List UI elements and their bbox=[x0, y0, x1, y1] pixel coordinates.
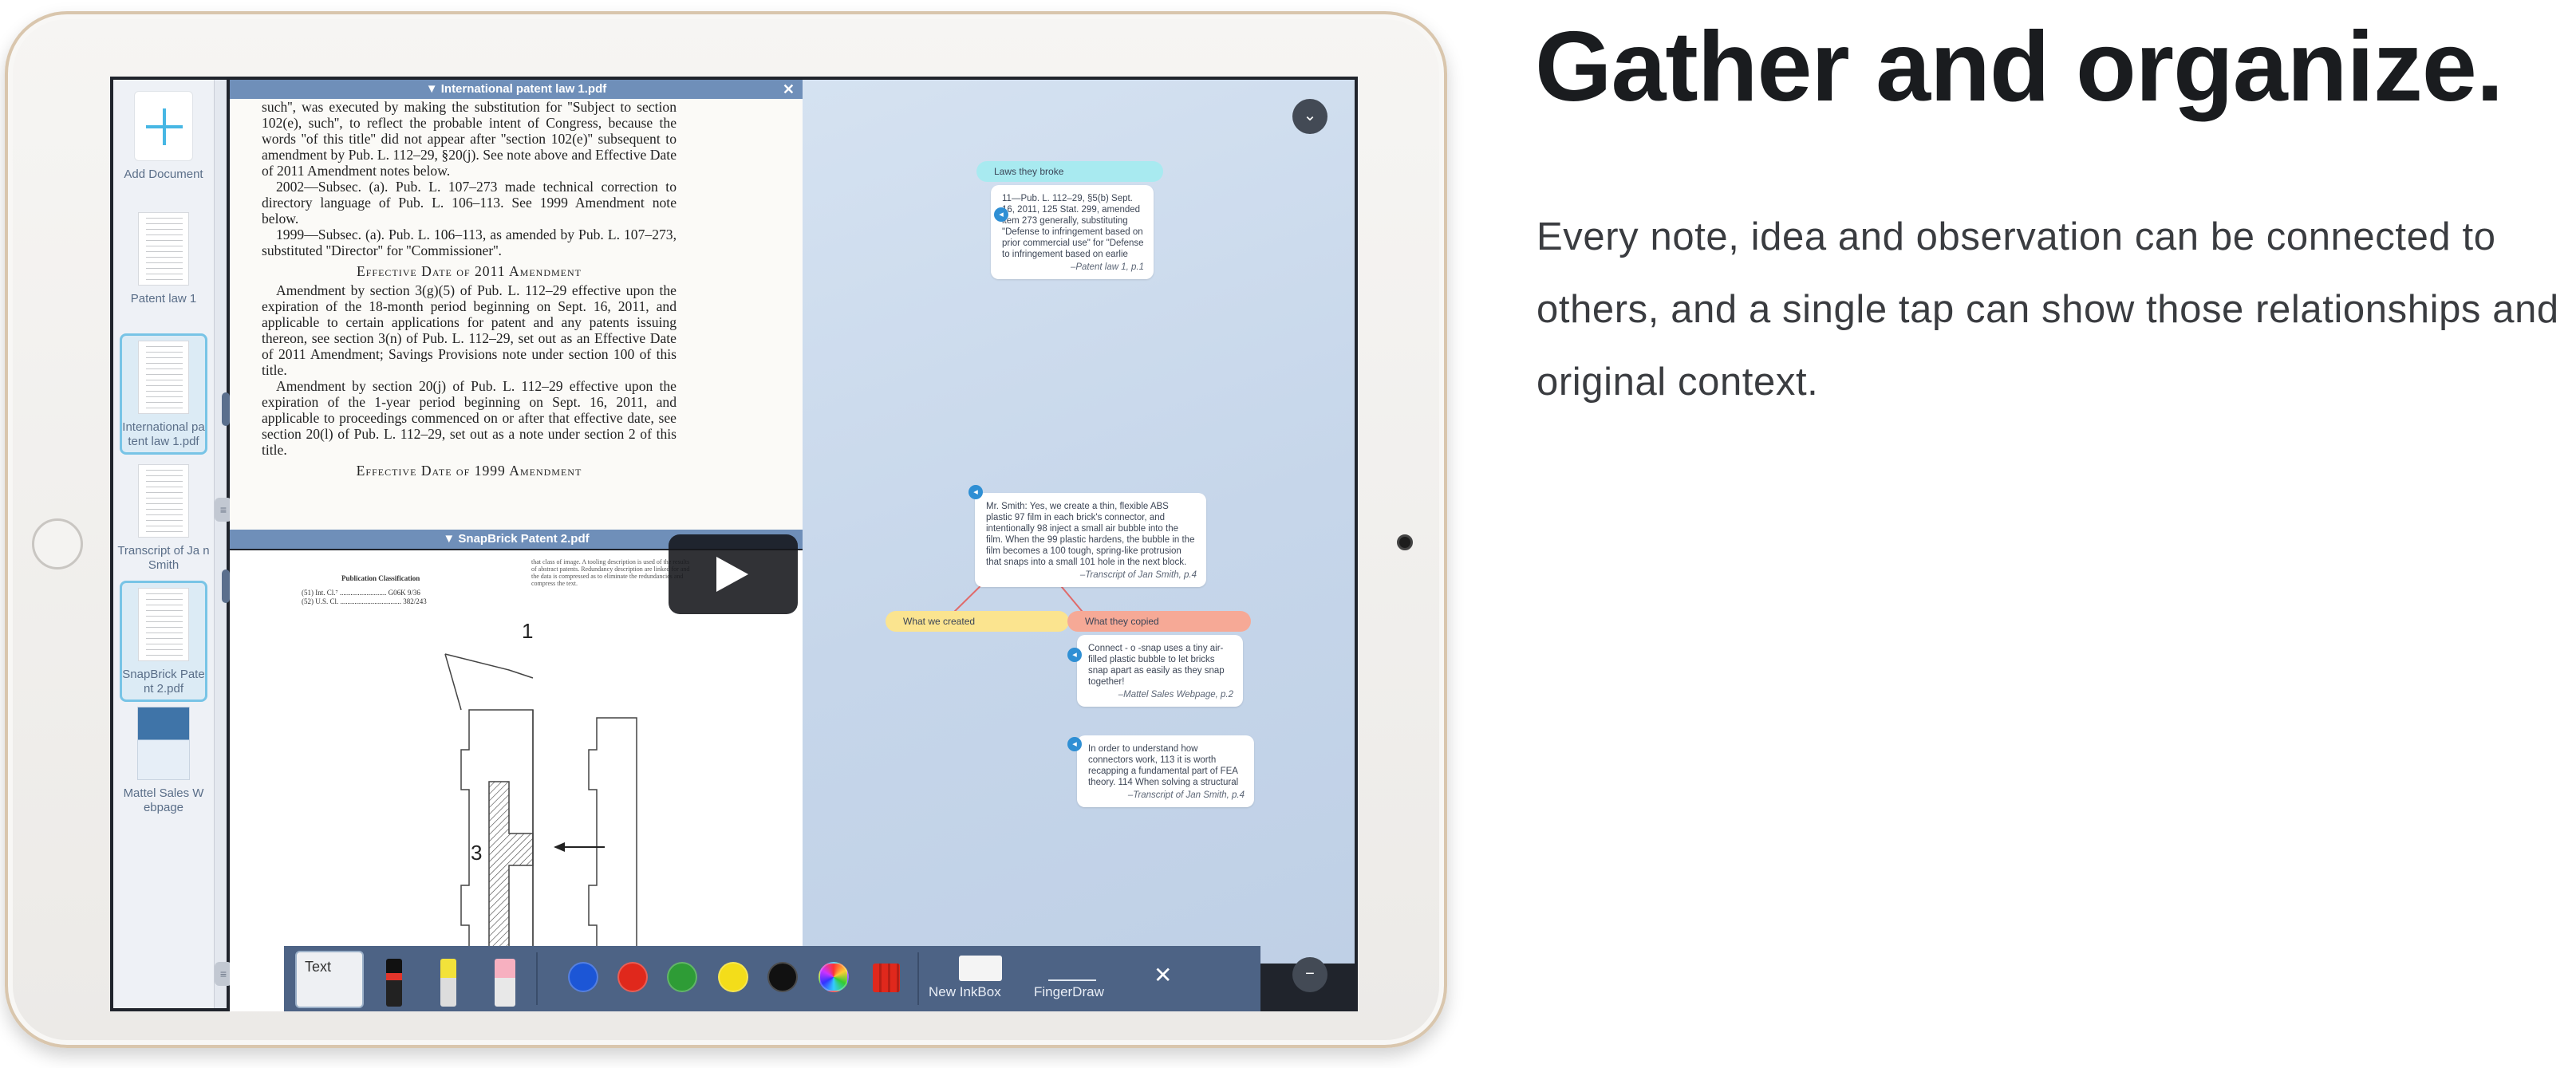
link-badge-icon[interactable]: ◂ bbox=[968, 485, 983, 499]
text-tool-label: Text bbox=[305, 959, 332, 975]
close-icon[interactable]: ✕ bbox=[783, 80, 795, 99]
doc1-paragraph: 2002—Subsec. (a). Pub. L. 107–273 made t… bbox=[262, 179, 677, 227]
line-width-icon[interactable] bbox=[873, 964, 900, 992]
note-text: In order to understand how connectors wo… bbox=[1088, 744, 1239, 787]
app-screen: Add Document Patent law 1 International … bbox=[110, 77, 1358, 1011]
zoom-out-button[interactable]: − bbox=[1292, 957, 1327, 992]
doc1-paragraph: Amendment by section 3(g)(5) of Pub. L. … bbox=[262, 282, 677, 378]
classification-row: (52) U.S. Cl. ..........................… bbox=[302, 597, 427, 605]
rail-item-patent-law-1[interactable]: Patent law 1 bbox=[113, 212, 214, 306]
link-badge-icon[interactable]: ◂ bbox=[994, 207, 1008, 222]
rail-item-mattel-sales[interactable]: Mattel Sales W ebpage bbox=[113, 707, 214, 815]
classification-row: (51) Int. Cl.⁷ .........................… bbox=[302, 589, 420, 597]
rail-item-snapbrick-patent[interactable]: SnapBrick Pate nt 2.pdf bbox=[113, 581, 214, 702]
zoom-out-icon: − bbox=[1305, 965, 1315, 983]
doc1-heading: Effective Date of 2011 Amendment bbox=[357, 263, 582, 279]
document-thumbnail bbox=[138, 464, 189, 538]
add-document-button[interactable] bbox=[134, 91, 193, 161]
play-icon bbox=[716, 557, 748, 592]
note-source: –Mattel Sales Webpage, p.2 bbox=[1118, 690, 1233, 700]
document-thumbnail bbox=[137, 707, 190, 780]
toolbar-close-button[interactable]: ✕ bbox=[1154, 962, 1172, 988]
doc1-scroll-indicator[interactable] bbox=[222, 392, 230, 426]
doc2-scroll-indicator[interactable] bbox=[222, 569, 230, 603]
doc1-page[interactable]: such'', was executed by making the subst… bbox=[230, 99, 803, 530]
color-red-swatch[interactable] bbox=[617, 962, 648, 992]
highlighter-tool-icon[interactable] bbox=[440, 959, 456, 1007]
page-headline: Gather and organize. bbox=[1535, 12, 2503, 122]
add-document-item[interactable]: Add Document bbox=[113, 91, 214, 182]
doc1-heading: Effective Date of 1999 Amendment bbox=[356, 463, 582, 479]
note-source: –Transcript of Jan Smith, p.4 bbox=[1127, 790, 1245, 800]
color-black-swatch[interactable] bbox=[767, 962, 798, 992]
rail-item-label: Transcript of Ja n Smith bbox=[117, 544, 210, 572]
link-badge-icon[interactable]: ◂ bbox=[1067, 648, 1082, 662]
page-description: Every note, idea and observation can be … bbox=[1537, 215, 2559, 404]
finger-draw-icon[interactable] bbox=[1048, 957, 1096, 981]
finger-draw-button[interactable]: FingerDraw bbox=[1034, 984, 1104, 1000]
note-card-fea[interactable]: In order to understand how connectors wo… bbox=[1077, 735, 1254, 807]
document-thumbnail bbox=[138, 588, 189, 661]
doc1-paragraph: such'', was executed by making the subst… bbox=[262, 99, 677, 179]
doc1-paragraph: 1999—Subsec. (a). Pub. L. 106–113, as am… bbox=[262, 227, 677, 258]
note-text: Connect - o -snap uses a tiny air-filled… bbox=[1088, 644, 1225, 687]
color-green-swatch[interactable] bbox=[667, 962, 697, 992]
eraser-tool-icon[interactable] bbox=[495, 959, 515, 1007]
color-yellow-swatch[interactable] bbox=[718, 962, 748, 992]
color-picker-icon[interactable] bbox=[819, 962, 849, 992]
doc2-page[interactable]: Publication Classification (51) Int. Cl.… bbox=[230, 550, 803, 1011]
camera-dot bbox=[1397, 534, 1413, 550]
home-button bbox=[32, 518, 83, 569]
ipad-frame: Add Document Patent law 1 International … bbox=[5, 11, 1447, 1048]
document-thumbnail bbox=[138, 341, 189, 414]
doc1-title: International patent law 1.pdf bbox=[440, 82, 607, 96]
doc2-title: SnapBrick Patent 2.pdf bbox=[458, 532, 590, 546]
link-badge-icon[interactable]: ◂ bbox=[1067, 737, 1082, 751]
note-source: –Patent law 1, p.1 bbox=[1070, 262, 1144, 272]
doc2-side-text: that class of image. A tooling descripti… bbox=[531, 558, 690, 587]
chevron-down-icon: ▼ bbox=[443, 532, 459, 546]
doc1-paragraph: Amendment by section 20(j) of Pub. L. 11… bbox=[262, 378, 677, 458]
doc1-text: such'', was executed by making the subst… bbox=[262, 99, 677, 482]
video-play-button[interactable] bbox=[669, 534, 798, 614]
rail-item-label: SnapBrick Pate nt 2.pdf bbox=[122, 668, 205, 696]
tag-laws-they-broke[interactable]: Laws they broke bbox=[976, 161, 1163, 182]
rail-item-transcript-jan-smith[interactable]: Transcript of Ja n Smith bbox=[113, 464, 214, 573]
new-inkbox-button[interactable]: New InkBox bbox=[929, 984, 1001, 1000]
chevron-down-icon: ▼ bbox=[425, 82, 441, 96]
note-text: Mr. Smith: Yes, we create a thin, flexib… bbox=[986, 502, 1195, 567]
note-source: –Transcript of Jan Smith, p.4 bbox=[1079, 570, 1197, 580]
text-tool-button[interactable]: Text bbox=[295, 951, 364, 1008]
rail-divider bbox=[214, 80, 227, 1008]
classification-rows: (51) Int. Cl.⁷ .........................… bbox=[302, 589, 525, 606]
tag-what-we-created[interactable]: What we created bbox=[886, 611, 1069, 632]
inkbox-icon[interactable] bbox=[959, 956, 1002, 981]
figure-label: 3 bbox=[471, 841, 483, 865]
doc1-titlebar[interactable]: ▼ International patent law 1.pdf ✕ bbox=[230, 80, 803, 99]
rail-item-international-patent-law[interactable]: International pa tent law 1.pdf bbox=[113, 333, 214, 455]
rail-item-label: Add Document bbox=[124, 167, 203, 181]
color-blue-swatch[interactable] bbox=[568, 962, 598, 992]
annotation-toolbar: Text New InkBox FingerDraw ✕ bbox=[284, 946, 1260, 1011]
tag-what-they-copied[interactable]: What they copied bbox=[1067, 611, 1251, 632]
note-text: 11—Pub. L. 112–29, §5(b) Sept. 16, 2011,… bbox=[1002, 194, 1144, 259]
note-card-transcript[interactable]: Mr. Smith: Yes, we create a thin, flexib… bbox=[975, 493, 1206, 587]
rail-item-label: International pa tent law 1.pdf bbox=[122, 420, 205, 448]
patent-figure bbox=[444, 653, 637, 982]
document-rail: Add Document Patent law 1 International … bbox=[113, 80, 214, 1008]
figure-label: 1 bbox=[522, 619, 534, 643]
pen-tool-icon[interactable] bbox=[386, 959, 402, 1007]
publication-classification-heading: Publication Classification bbox=[341, 574, 420, 582]
rail-item-label: Patent law 1 bbox=[130, 292, 197, 305]
notes-canvas[interactable]: ⌄ Laws they broke 11—Pub. L. 112–29, §5(… bbox=[803, 80, 1355, 992]
note-card-patent-law[interactable]: 11—Pub. L. 112–29, §5(b) Sept. 16, 2011,… bbox=[991, 185, 1154, 279]
document-thumbnail bbox=[138, 212, 189, 286]
note-card-mattel[interactable]: Connect - o -snap uses a tiny air-filled… bbox=[1077, 635, 1243, 707]
rail-item-label: Mattel Sales W ebpage bbox=[123, 786, 204, 814]
